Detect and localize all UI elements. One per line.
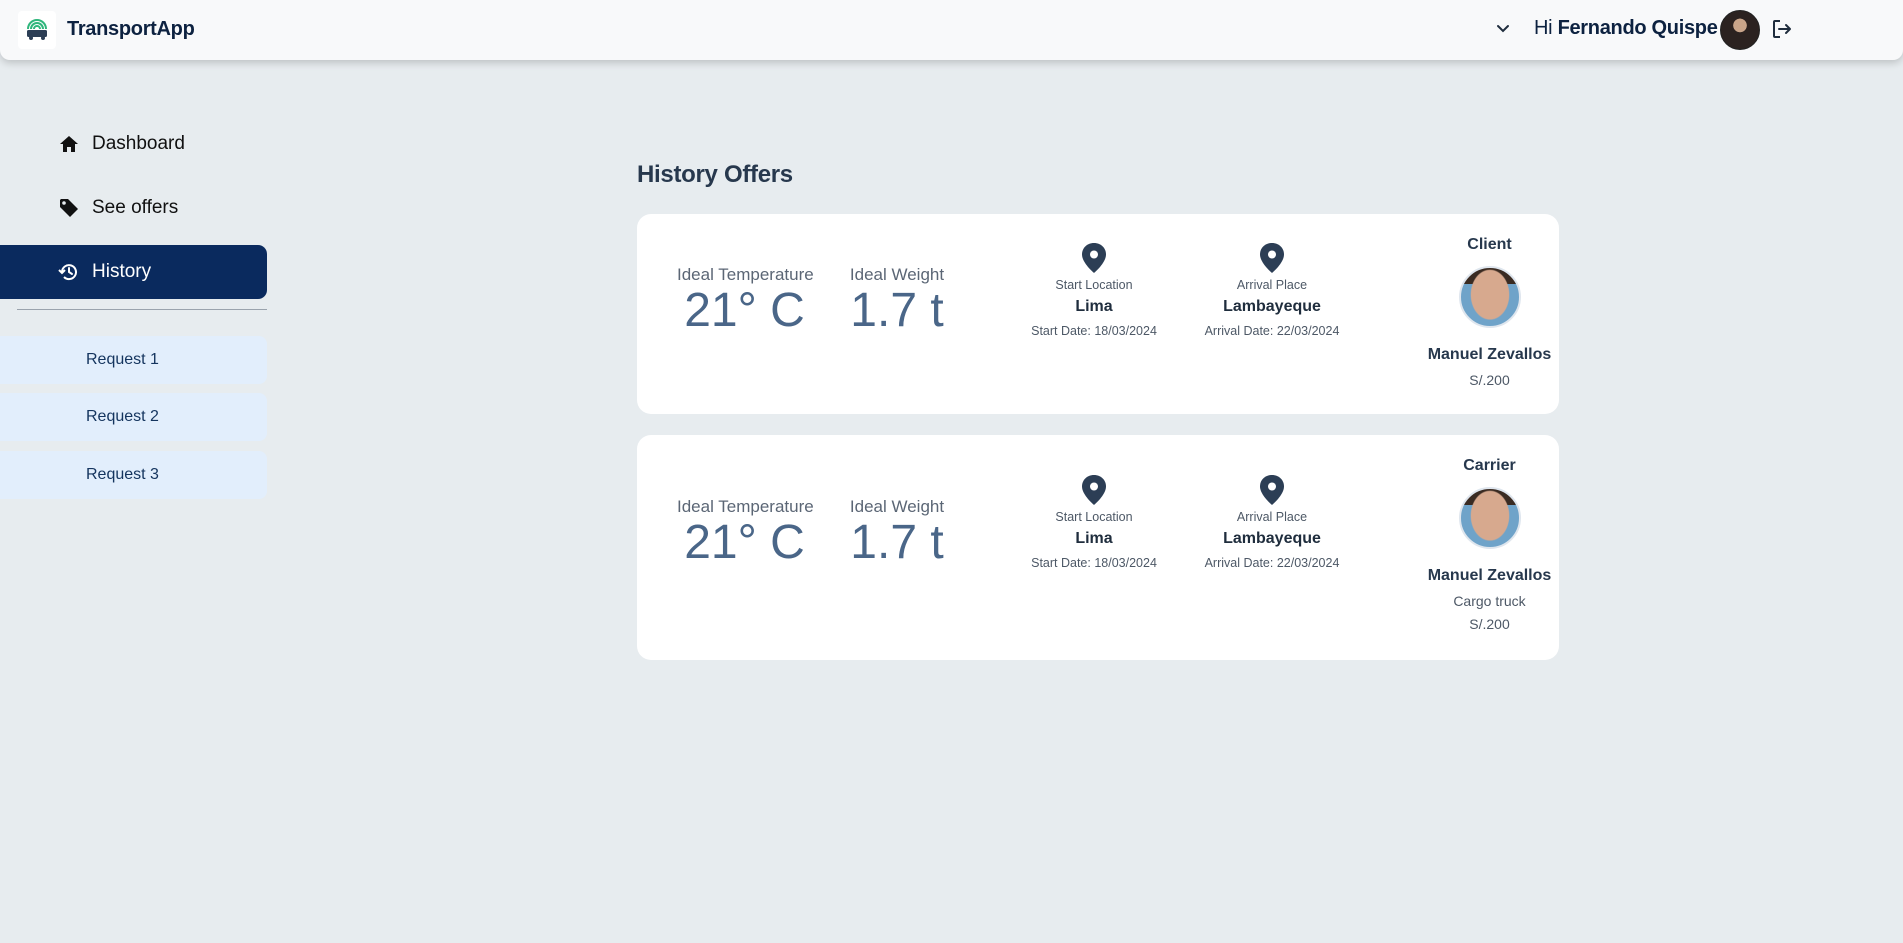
arrival-place-label: Arrival Place: [1236, 278, 1308, 292]
weight-value: 1.7 t: [850, 516, 944, 569]
person-avatar: [1458, 266, 1521, 328]
carrier-info: Carrier Manuel Zevallos Cargo truck S/.2…: [1417, 457, 1562, 632]
page-title: History Offers: [637, 161, 793, 188]
role-label: Client: [1467, 236, 1512, 253]
history-icon: [58, 261, 80, 283]
sidebar-item-label: See offers: [92, 197, 179, 218]
arrival-place-name: Lambayeque: [1223, 298, 1321, 315]
client-info: Client Manuel Zevallos S/.200: [1417, 236, 1562, 388]
start-location-label: Start Location: [1055, 278, 1133, 292]
tag-icon: [58, 197, 80, 219]
location-pin-icon: [1260, 475, 1284, 505]
start-location: Start Location Lima Start Date: 18/03/20…: [1009, 474, 1179, 570]
truck-logo-icon: [27, 19, 47, 40]
arrival-date: Arrival Date: 22/03/2024: [1204, 324, 1340, 338]
weight-label: Ideal Weight: [849, 265, 945, 284]
request-item-2[interactable]: Request 2: [0, 393, 267, 441]
request-item-3[interactable]: Request 3: [0, 451, 267, 499]
sidebar-divider: [17, 309, 267, 310]
logout-icon[interactable]: [1771, 18, 1793, 40]
sidebar-item-label: Dashboard: [92, 133, 185, 154]
start-location: Start Location Lima Start Date: 18/03/20…: [1009, 242, 1179, 338]
temperature-value: 21° C: [684, 516, 805, 569]
sidebar-item-see-offers[interactable]: See offers: [0, 181, 267, 235]
greeting-text: Hi: [1534, 17, 1553, 39]
temperature-stat: Ideal Temperature 21° C: [677, 265, 814, 337]
weight-value: 1.7 t: [850, 284, 944, 337]
person-avatar: [1458, 487, 1521, 549]
sidebar-item-label: History: [92, 261, 152, 282]
app-title[interactable]: TransportApp: [67, 18, 195, 41]
user-greeting: Hi Fernando Quispe: [1534, 17, 1718, 40]
request-item-1[interactable]: Request 1: [0, 336, 267, 384]
temperature-label: Ideal Temperature: [677, 497, 814, 516]
home-icon: [58, 133, 80, 155]
location-pin-icon: [1082, 243, 1106, 273]
location-pin-icon: [1260, 243, 1284, 273]
role-label: Carrier: [1463, 457, 1516, 474]
top-header: TransportApp Hi Fernando Quispe: [0, 0, 1903, 60]
arrival-place: Arrival Place Lambayeque Arrival Date: 2…: [1187, 242, 1357, 338]
vehicle-type: Cargo truck: [1453, 593, 1526, 609]
temperature-value: 21° C: [684, 284, 805, 337]
person-name: Manuel Zevallos: [1427, 567, 1552, 584]
sidebar-item-dashboard[interactable]: Dashboard: [0, 117, 267, 171]
start-location-label: Start Location: [1055, 510, 1133, 524]
offer-price: S/.200: [1469, 616, 1510, 632]
person-name: Manuel Zevallos: [1427, 346, 1552, 363]
weight-stat: Ideal Weight 1.7 t: [847, 265, 947, 335]
start-location-name: Lima: [1075, 298, 1113, 315]
weight-label: Ideal Weight: [849, 497, 945, 516]
sidebar-item-history[interactable]: History: [0, 245, 267, 299]
arrival-date: Arrival Date: 22/03/2024: [1204, 556, 1340, 570]
offer-price: S/.200: [1469, 372, 1510, 388]
start-date: Start Date: 18/03/2024: [1031, 324, 1157, 338]
app-logo[interactable]: [18, 11, 56, 49]
temperature-stat: Ideal Temperature 21° C: [677, 497, 814, 569]
offer-card[interactable]: Ideal Temperature 21° C Ideal Weight 1.7…: [637, 435, 1559, 660]
arrival-place-label: Arrival Place: [1236, 510, 1308, 524]
weight-stat: Ideal Weight 1.7 t: [847, 497, 947, 567]
chevron-down-icon[interactable]: [1494, 20, 1512, 38]
offer-card[interactable]: Ideal Temperature 21° C Ideal Weight 1.7…: [637, 214, 1559, 414]
user-avatar[interactable]: [1720, 10, 1760, 50]
arrival-place: Arrival Place Lambayeque Arrival Date: 2…: [1187, 474, 1357, 570]
start-location-name: Lima: [1075, 530, 1113, 547]
user-name: Fernando Quispe: [1557, 17, 1718, 39]
temperature-label: Ideal Temperature: [677, 265, 814, 284]
arrival-place-name: Lambayeque: [1223, 530, 1321, 547]
location-pin-icon: [1082, 475, 1106, 505]
start-date: Start Date: 18/03/2024: [1031, 556, 1157, 570]
